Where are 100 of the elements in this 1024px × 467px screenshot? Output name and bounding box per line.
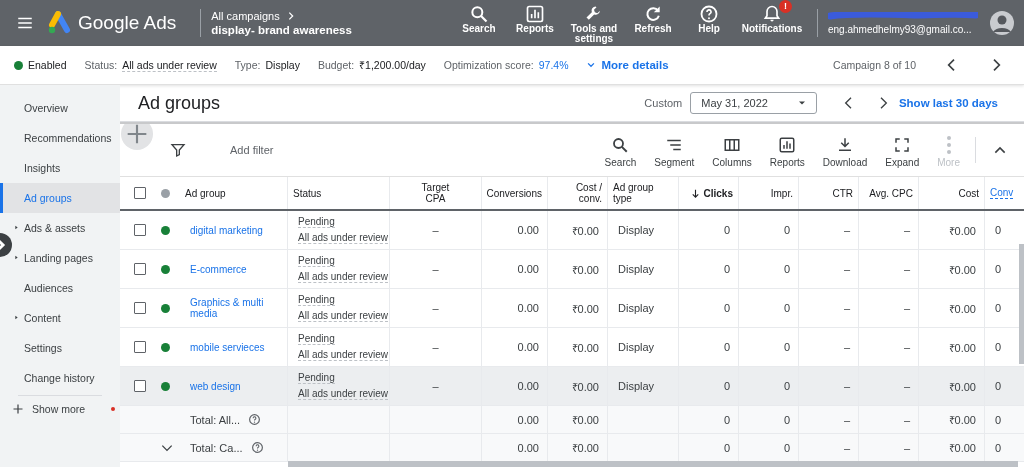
expand-arrow-icon xyxy=(13,314,20,321)
field-value: Display xyxy=(265,59,300,71)
column-header[interactable]: Avg. CPC xyxy=(859,177,919,209)
toolbar-button[interactable]: Tools and settings xyxy=(563,3,625,44)
show-more-button[interactable]: Show more xyxy=(12,396,120,422)
table-cell: Display xyxy=(608,250,679,288)
column-header[interactable]: Conv xyxy=(985,177,1024,209)
sidebar-item[interactable]: Content xyxy=(12,303,120,333)
column-header[interactable]: Clicks xyxy=(679,177,739,209)
column-header[interactable]: Cost xyxy=(919,177,985,209)
row-checkbox[interactable] xyxy=(134,341,146,353)
date-dropdown[interactable]: May 31, 2022 xyxy=(690,92,817,114)
account-email[interactable]: eng.ahmedhelmy93@gmail.co... xyxy=(828,23,978,35)
avatar[interactable] xyxy=(990,11,1014,35)
row-checkbox[interactable] xyxy=(134,380,146,392)
column-header[interactable]: Conversions xyxy=(482,177,548,209)
column-header[interactable]: CTR xyxy=(799,177,859,209)
toolbar-button[interactable]: Search xyxy=(595,136,646,168)
toolbar-button[interactable]: Expand xyxy=(876,136,929,168)
column-header[interactable]: Ad group type xyxy=(608,177,679,209)
page-title: Ad groups xyxy=(138,92,221,114)
toolbar-button[interactable]: ! Notifications xyxy=(737,3,807,34)
table-cell: ₹0.00 xyxy=(919,250,985,288)
column-header[interactable]: Status xyxy=(288,177,390,209)
toolbar-button[interactable]: Columns xyxy=(703,136,761,168)
bar-chart-icon xyxy=(778,136,797,154)
status-text: Pending xyxy=(298,372,335,384)
expand-icon xyxy=(893,136,912,154)
ad-group-link[interactable]: Graphics & multi media xyxy=(190,297,279,319)
ad-group-link[interactable]: digital marketing xyxy=(190,224,263,236)
field-label: Optimization score: xyxy=(443,59,534,71)
row-checkbox[interactable] xyxy=(134,224,146,236)
toolbar-button[interactable]: Search xyxy=(451,3,507,34)
table-cell: 0 xyxy=(739,211,799,249)
logo-icon xyxy=(48,11,72,35)
toolbar-button[interactable]: Help xyxy=(681,3,737,34)
column-header[interactable]: Ad group xyxy=(180,177,288,209)
select-all-checkbox[interactable] xyxy=(134,187,146,199)
row-checkbox[interactable] xyxy=(134,302,146,314)
ad-group-link[interactable]: mobile servieces xyxy=(190,341,265,353)
field-label: Status: xyxy=(84,59,118,71)
toolbar-button[interactable]: Segment xyxy=(645,136,704,168)
table-cell: – xyxy=(859,328,919,366)
help-icon[interactable] xyxy=(248,413,262,426)
table-cell: ₹0.00 xyxy=(548,211,608,249)
expand-arrow-icon xyxy=(13,254,20,261)
add-filter-button[interactable]: Add filter xyxy=(230,144,274,156)
status-detail: All ads under review xyxy=(298,232,389,244)
table-cell: – xyxy=(859,406,919,433)
plus-icon xyxy=(12,403,24,415)
search-icon xyxy=(611,136,630,154)
ad-group-link[interactable]: web design xyxy=(190,380,241,392)
toolbar-button[interactable]: Reports xyxy=(760,136,814,168)
table-cell: 0 xyxy=(679,367,739,405)
table-cell: Display xyxy=(608,211,679,249)
table-cell: 0 xyxy=(679,328,739,366)
table-cell: – xyxy=(799,406,859,433)
column-header[interactable]: Cost / conv. xyxy=(548,177,608,209)
field-label: Type: xyxy=(234,59,261,71)
bell-icon xyxy=(762,4,782,24)
table-cell: 0.00 xyxy=(482,250,548,288)
sidebar-item[interactable]: Recommendations xyxy=(12,123,120,153)
sidebar-item[interactable]: Ad groups xyxy=(0,183,120,213)
sidebar-item[interactable]: Insights xyxy=(12,153,120,183)
column-header[interactable]: Impr. xyxy=(739,177,799,209)
chevron-down-icon xyxy=(586,60,597,70)
table-cell: Display xyxy=(608,328,679,366)
table-cell: 0 xyxy=(679,211,739,249)
sidebar-item[interactable]: Settings xyxy=(12,333,120,363)
columns-icon xyxy=(723,136,742,154)
toolbar-button[interactable]: Download xyxy=(813,136,877,168)
table-cell: – xyxy=(390,289,482,327)
toolbar-button[interactable]: Refresh xyxy=(625,3,681,34)
sidebar-item[interactable]: Landing pages xyxy=(12,243,120,273)
row-checkbox[interactable] xyxy=(134,263,146,275)
vertical-scrollbar[interactable] xyxy=(1019,244,1024,364)
sidebar-item[interactable]: Ads & assets xyxy=(12,213,120,243)
table-cell: – xyxy=(799,289,859,327)
expand-arrow-icon xyxy=(13,224,20,231)
sidebar-item[interactable]: Audiences xyxy=(12,273,120,303)
table-cell: Display xyxy=(608,289,679,327)
ad-group-link[interactable]: E-commerce xyxy=(190,263,247,275)
table-cell: ₹0.00 xyxy=(919,367,985,405)
table-cell: – xyxy=(799,367,859,405)
filter-icon[interactable] xyxy=(170,142,186,158)
more-details-link[interactable]: More details xyxy=(601,59,669,71)
table-cell: 0.00 xyxy=(482,406,548,433)
show-last-link[interactable]: Show last 30 days xyxy=(898,97,998,109)
sidebar-item[interactable]: Change history xyxy=(12,363,120,393)
table-cell: – xyxy=(859,289,919,327)
help-icon[interactable] xyxy=(250,441,264,454)
add-button[interactable] xyxy=(121,124,153,150)
sidebar-item[interactable]: Overview xyxy=(12,93,120,123)
table-cell: 0 xyxy=(679,289,739,327)
column-header[interactable]: Target CPA xyxy=(390,177,482,209)
total-label: Total: Ca... xyxy=(190,441,243,454)
horizontal-scrollbar[interactable] xyxy=(288,461,1018,467)
table-cell: – xyxy=(390,328,482,366)
toolbar-button[interactable]: Reports xyxy=(507,3,563,34)
breadcrumb-link[interactable]: All campaigns xyxy=(211,10,280,22)
